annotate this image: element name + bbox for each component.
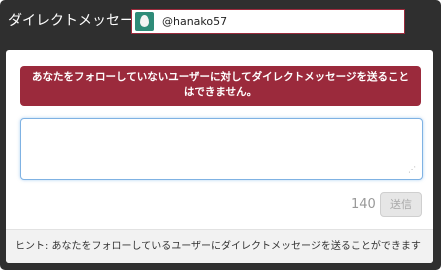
dialog-body: あなたをフォローしていないユーザーに対してダイレクトメッセージを送ることはできま…: [6, 50, 433, 263]
error-banner: あなたをフォローしていないユーザーに対してダイレクトメッセージを送ることはできま…: [20, 66, 421, 106]
recipient-username: @hanako57: [162, 15, 228, 28]
dialog-header: ダイレクトメッセージ @hanako57: [0, 0, 441, 44]
character-counter: 140: [351, 197, 376, 212]
send-button[interactable]: 送信: [380, 192, 422, 217]
direct-message-dialog: ダイレクトメッセージ @hanako57 あなたをフォローしていないユーザーに対…: [0, 0, 441, 270]
resize-grip-icon[interactable]: ⋰: [408, 166, 416, 174]
hint-text: ヒント: あなたをフォローしているユーザーにダイレクトメッセージを送ることができ…: [6, 229, 433, 263]
dialog-title: ダイレクトメッセージ: [8, 13, 148, 29]
egg-avatar-icon: [135, 12, 154, 31]
message-textarea[interactable]: ⋰: [20, 118, 423, 180]
recipient-field[interactable]: @hanako57: [131, 9, 405, 34]
